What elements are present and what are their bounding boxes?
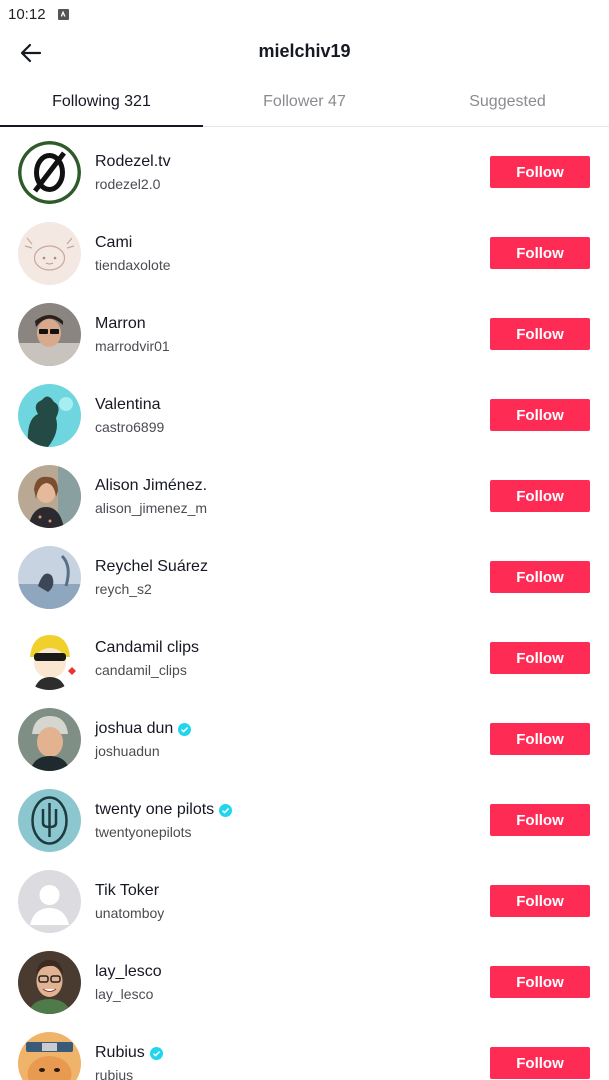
- display-name: joshua dun: [95, 719, 192, 739]
- display-name-text: Valentina: [95, 396, 161, 413]
- user-names: Reychel Suárez reych_s2: [95, 557, 208, 597]
- user-names: Candamil clips candamil_clips: [95, 638, 199, 678]
- user-names: Alison Jiménez. alison_jimenez_m: [95, 476, 207, 516]
- display-name: Alison Jiménez.: [95, 476, 207, 496]
- status-time: 10:12: [8, 5, 46, 23]
- user-names: lay_lesco lay_lesco: [95, 962, 162, 1002]
- display-name: Valentina: [95, 395, 164, 415]
- display-name: Marron: [95, 314, 170, 334]
- display-name-text: Reychel Suárez: [95, 558, 208, 575]
- list-item[interactable]: joshua dun joshuadun Follow: [0, 698, 609, 779]
- avatar[interactable]: [18, 546, 81, 609]
- list-item[interactable]: Alison Jiménez. alison_jimenez_m Follow: [0, 455, 609, 536]
- display-name: Tik Toker: [95, 881, 164, 901]
- username: castro6899: [95, 419, 165, 435]
- list-item[interactable]: lay_lesco lay_lesco Follow: [0, 941, 609, 1022]
- list-item[interactable]: Cami tiendaxolote Follow: [0, 212, 609, 293]
- user-names: twenty one pilots twentyonepilots: [95, 800, 233, 840]
- username: unatomboy: [95, 905, 165, 921]
- list-item[interactable]: Rubius rubius Follow: [0, 1022, 609, 1080]
- username: reych_s2: [95, 581, 152, 597]
- verified-badge-icon: [149, 1046, 163, 1060]
- user-names: Valentina castro6899: [95, 395, 164, 435]
- avatar[interactable]: [18, 222, 81, 285]
- display-name-text: Candamil clips: [95, 639, 200, 656]
- follow-button[interactable]: Follow: [490, 1047, 590, 1079]
- username: candamil_clips: [95, 662, 187, 678]
- follow-button[interactable]: Follow: [490, 804, 590, 836]
- follow-button[interactable]: Follow: [490, 561, 590, 593]
- page-title: mielchiv19: [258, 41, 351, 61]
- display-name: Rubius: [95, 1043, 163, 1063]
- display-name-text: twenty one pilots: [95, 801, 215, 818]
- follow-button[interactable]: Follow: [490, 399, 590, 431]
- user-names: Rodezel.tv rodezel2.0: [95, 152, 171, 192]
- display-name-text: Tik Toker: [95, 882, 160, 899]
- list-item[interactable]: Marron marrodvir01 Follow: [0, 293, 609, 374]
- follow-button[interactable]: Follow: [490, 480, 590, 512]
- tab-follower[interactable]: Follower 47: [203, 76, 406, 126]
- display-name: lay_lesco: [95, 962, 162, 982]
- display-name-text: Alison Jiménez.: [95, 477, 208, 494]
- android-notification-icon: [57, 8, 69, 20]
- tab-suggested[interactable]: Suggested: [406, 76, 609, 126]
- username: alison_jimenez_m: [95, 500, 208, 516]
- list-item[interactable]: Candamil clips candamil_clips Follow: [0, 617, 609, 698]
- user-names: joshua dun joshuadun: [95, 719, 192, 759]
- display-name-text: Rubius: [95, 1044, 145, 1061]
- display-name: Rodezel.tv: [95, 152, 171, 172]
- list-item[interactable]: Tik Toker unatomboy Follow: [0, 860, 609, 941]
- username: rubius: [95, 1067, 134, 1080]
- user-names: Tik Toker unatomboy: [95, 881, 164, 921]
- avatar[interactable]: [18, 627, 81, 690]
- username: twentyonepilots: [95, 824, 192, 840]
- follow-button[interactable]: Follow: [490, 642, 590, 674]
- display-name-text: Cami: [95, 234, 133, 251]
- username: rodezel2.0: [95, 176, 161, 192]
- display-name: Reychel Suárez: [95, 557, 208, 577]
- user-names: Rubius rubius: [95, 1043, 163, 1080]
- user-names: Cami tiendaxolote: [95, 233, 171, 273]
- display-name-text: Rodezel.tv: [95, 153, 171, 170]
- display-name-text: Marron: [95, 315, 146, 332]
- username: marrodvir01: [95, 338, 170, 354]
- follow-button[interactable]: Follow: [490, 723, 590, 755]
- list-item[interactable]: twenty one pilots twentyonepilots Follow: [0, 779, 609, 860]
- following-list: Rodezel.tv rodezel2.0 Follow Cami tienda…: [0, 131, 609, 1080]
- avatar[interactable]: [18, 708, 81, 771]
- follow-button[interactable]: Follow: [490, 966, 590, 998]
- follow-button[interactable]: Follow: [490, 156, 590, 188]
- tab-following[interactable]: Following 321: [0, 76, 203, 127]
- follow-button[interactable]: Follow: [490, 885, 590, 917]
- list-item[interactable]: Valentina castro6899 Follow: [0, 374, 609, 455]
- avatar[interactable]: [18, 141, 81, 204]
- username: tiendaxolote: [95, 257, 171, 273]
- username: lay_lesco: [95, 986, 154, 1002]
- avatar[interactable]: [18, 870, 81, 933]
- list-item[interactable]: Rodezel.tv rodezel2.0 Follow: [0, 131, 609, 212]
- follow-button[interactable]: Follow: [490, 237, 590, 269]
- avatar[interactable]: [18, 951, 81, 1014]
- username: joshuadun: [95, 743, 160, 759]
- avatar[interactable]: [18, 465, 81, 528]
- display-name: Candamil clips: [95, 638, 199, 658]
- list-item[interactable]: Reychel Suárez reych_s2 Follow: [0, 536, 609, 617]
- avatar[interactable]: [18, 384, 81, 447]
- avatar[interactable]: [18, 303, 81, 366]
- user-names: Marron marrodvir01: [95, 314, 170, 354]
- avatar[interactable]: [18, 1032, 81, 1080]
- display-name-text: lay_lesco: [95, 963, 162, 980]
- display-name: twenty one pilots: [95, 800, 233, 820]
- header: mielchiv19: [0, 28, 609, 76]
- display-name-text: joshua dun: [95, 720, 174, 737]
- status-bar: 10:12: [0, 0, 609, 28]
- verified-badge-icon: [219, 803, 233, 817]
- follow-button[interactable]: Follow: [490, 318, 590, 350]
- tab-bar: Following 321 Follower 47 Suggested: [0, 76, 609, 127]
- display-name: Cami: [95, 233, 171, 253]
- avatar[interactable]: [18, 789, 81, 852]
- verified-badge-icon: [178, 722, 192, 736]
